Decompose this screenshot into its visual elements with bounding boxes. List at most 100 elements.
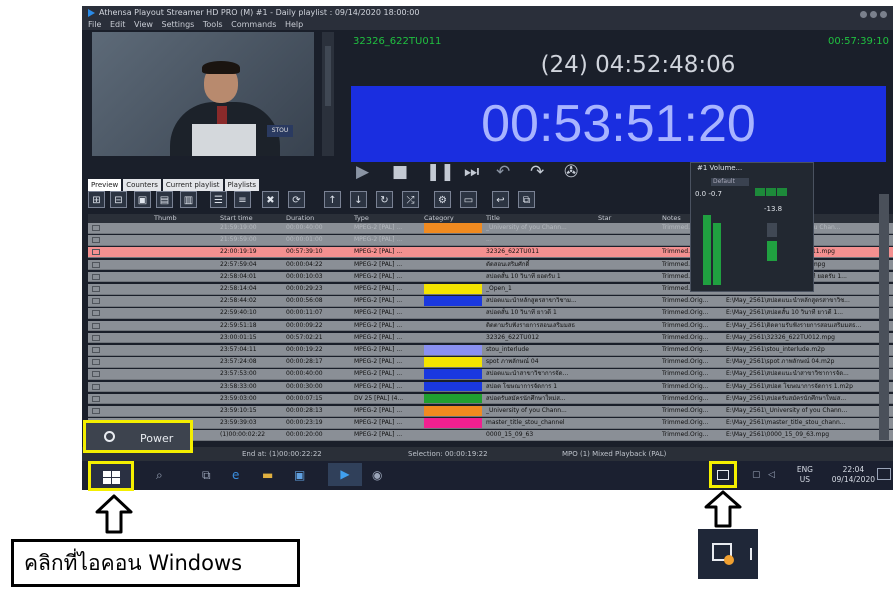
tray-highlight[interactable] (709, 461, 737, 488)
row-checkbox[interactable] (92, 322, 100, 329)
table-row[interactable]: 23:00:01:15 00:57:02:21 MPEG-2 [PAL] ... 32… (88, 332, 893, 344)
row-checkbox[interactable] (92, 225, 100, 231)
table-row[interactable]: 23:57:24:08 00:00:28:17 MPEG-2 [PAL] ... sp… (88, 357, 893, 368)
file-explorer-icon[interactable]: ▬ (262, 468, 273, 483)
redo-icon[interactable]: ↷ (530, 164, 544, 181)
row-checkbox[interactable] (92, 347, 100, 353)
settings-icon[interactable]: ⚙ (434, 191, 451, 208)
cell-duration: 00:00:04:22 (286, 260, 323, 268)
table-row[interactable]: 23:59:03:00 00:00:07:15 DV 25 [PAL] (4... ส… (88, 393, 893, 405)
col-type[interactable]: Type (354, 214, 369, 223)
taskbar-clock[interactable]: 22:04 09/14/2020 (832, 465, 875, 485)
network-icon[interactable]: ▢ (752, 468, 761, 483)
menu-file[interactable]: File (88, 20, 101, 29)
cell-title: _University of you Chann... (486, 407, 567, 414)
play-icon[interactable]: ▶ (356, 164, 369, 181)
menu-edit[interactable]: Edit (110, 20, 126, 29)
power-button[interactable]: Power (83, 420, 193, 453)
input-language[interactable]: ENG US (797, 465, 813, 485)
menu-tools[interactable]: Tools (203, 20, 223, 29)
audio-meter-mini (322, 32, 334, 156)
zoomed-tray-icon (698, 529, 758, 579)
back-icon[interactable]: ↩ (492, 191, 509, 208)
col-notes[interactable]: Notes (662, 214, 681, 223)
table-row[interactable]: 23:57:53:00 00:00:40:00 MPEG-2 [PAL] ... สป… (88, 369, 893, 380)
master-fader[interactable] (767, 241, 777, 261)
table-row[interactable]: 23:58:33:00 00:00:30:00 MPEG-2 [PAL] ... สป… (88, 381, 893, 393)
row-checkbox[interactable] (92, 237, 100, 244)
row-checkbox[interactable] (92, 383, 100, 390)
maximize-icon[interactable] (870, 11, 877, 18)
stop-icon[interactable]: ■ (392, 164, 408, 181)
cell-file: E:\May_2561\_University of you Chann... (726, 407, 848, 414)
list-icon[interactable]: ≡ (234, 191, 251, 208)
row-checkbox[interactable] (92, 298, 100, 305)
store-icon[interactable]: ▣ (294, 468, 305, 483)
reel-icon[interactable]: ✇ (564, 164, 578, 181)
move-up-icon[interactable]: ↑ (324, 191, 341, 208)
cell-start: 21:59:59:00 (220, 236, 257, 244)
row-checkbox[interactable] (92, 334, 100, 341)
edge-icon[interactable]: e (232, 468, 239, 483)
cell-duration: 00:00:20:00 (286, 431, 323, 439)
row-checkbox[interactable] (92, 359, 100, 366)
task-view-icon[interactable]: ⧉ (202, 468, 211, 483)
row-checkbox[interactable] (92, 371, 100, 378)
cell-notes: Trimmed.Orig... (662, 321, 709, 329)
shuffle-icon[interactable]: ⤮ (402, 191, 419, 208)
cell-title: 32326_622TU011 (486, 248, 540, 256)
table-scrollbar[interactable] (879, 194, 889, 440)
pause-icon[interactable]: ❚❚ (426, 164, 455, 181)
import-icon[interactable]: ▥ (180, 191, 197, 208)
new-icon[interactable]: ⊞ (88, 191, 105, 208)
row-checkbox[interactable] (92, 310, 100, 317)
table-row[interactable]: 22:58:44:02 00:00:56:08 MPEG-2 [PAL] ... สป… (88, 296, 893, 307)
delete-icon[interactable]: ✖ (262, 191, 279, 208)
media-icon[interactable]: ◉ (372, 468, 382, 483)
menu-help[interactable]: Help (285, 20, 303, 29)
col-category[interactable]: Category (424, 214, 454, 223)
minimize-icon[interactable] (860, 11, 867, 18)
table-row[interactable]: 22:59:40:10 00:00:11:07 MPEG-2 [PAL] ... สป… (88, 308, 893, 319)
col-star[interactable]: Star (598, 214, 611, 223)
volume-mode-buttons[interactable] (755, 181, 788, 200)
window-icon[interactable]: ⧉ (518, 191, 535, 208)
close-icon[interactable] (880, 11, 887, 18)
table-row[interactable]: 23:57:04:11 00:00:19:22 MPEG-2 [PAL] ... st… (88, 345, 893, 356)
row-checkbox[interactable] (92, 249, 100, 256)
notification-icon[interactable] (877, 468, 891, 480)
menu-commands[interactable]: Commands (231, 20, 276, 29)
col-start-time[interactable]: Start time (220, 214, 253, 223)
monitor-icon[interactable]: ▭ (460, 191, 477, 208)
menu-view[interactable]: View (134, 20, 153, 29)
move-down-icon[interactable]: ↓ (350, 191, 367, 208)
row-checkbox[interactable] (92, 273, 100, 280)
row-checkbox[interactable] (92, 408, 100, 414)
row-checkbox[interactable] (92, 395, 100, 402)
row-checkbox[interactable] (92, 286, 100, 292)
table-row[interactable]: 23:59:10:15 00:00:28:13 MPEG-2 [PAL] ... _U… (88, 406, 893, 417)
col-duration[interactable]: Duration (286, 214, 314, 223)
table-row[interactable]: (1)00:00:02:22 00:00:20:00 MPEG-2 [PAL] ..… (88, 430, 893, 441)
cell-notes: Trimmed.Orig... (662, 407, 709, 414)
volume-window: #1 Volume... Default 0.0 -0.7 -13.8 (690, 162, 814, 292)
next-icon[interactable]: ⏭ (464, 164, 479, 181)
refresh-icon[interactable]: ⟳ (288, 191, 305, 208)
row-checkbox[interactable] (92, 261, 100, 268)
search-icon[interactable]: ⌕ (156, 468, 163, 483)
open-icon[interactable]: ⊟ (110, 191, 127, 208)
col-title[interactable]: Title (486, 214, 500, 223)
playout-app-icon[interactable]: ▶ (328, 463, 362, 486)
loop-icon[interactable]: ↻ (376, 191, 393, 208)
insert-icon[interactable]: ☰ (210, 191, 227, 208)
table-row[interactable]: 23:59:39:03 00:00:23:19 MPEG-2 [PAL] ... ma… (88, 418, 893, 429)
table-row[interactable]: 22:59:51:18 00:00:09:22 MPEG-2 [PAL] ... ติ… (88, 320, 893, 332)
undo-icon[interactable]: ↶ (496, 164, 510, 181)
menu-settings[interactable]: Settings (162, 20, 195, 29)
volume-mode-select[interactable]: Default (711, 178, 749, 186)
speaker-icon[interactable]: ◁ (768, 468, 775, 483)
save-as-icon[interactable]: ▤ (156, 191, 173, 208)
windows-start-button[interactable] (88, 461, 134, 491)
save-icon[interactable]: ▣ (134, 191, 151, 208)
col-thumb[interactable]: Thumb (154, 214, 177, 223)
